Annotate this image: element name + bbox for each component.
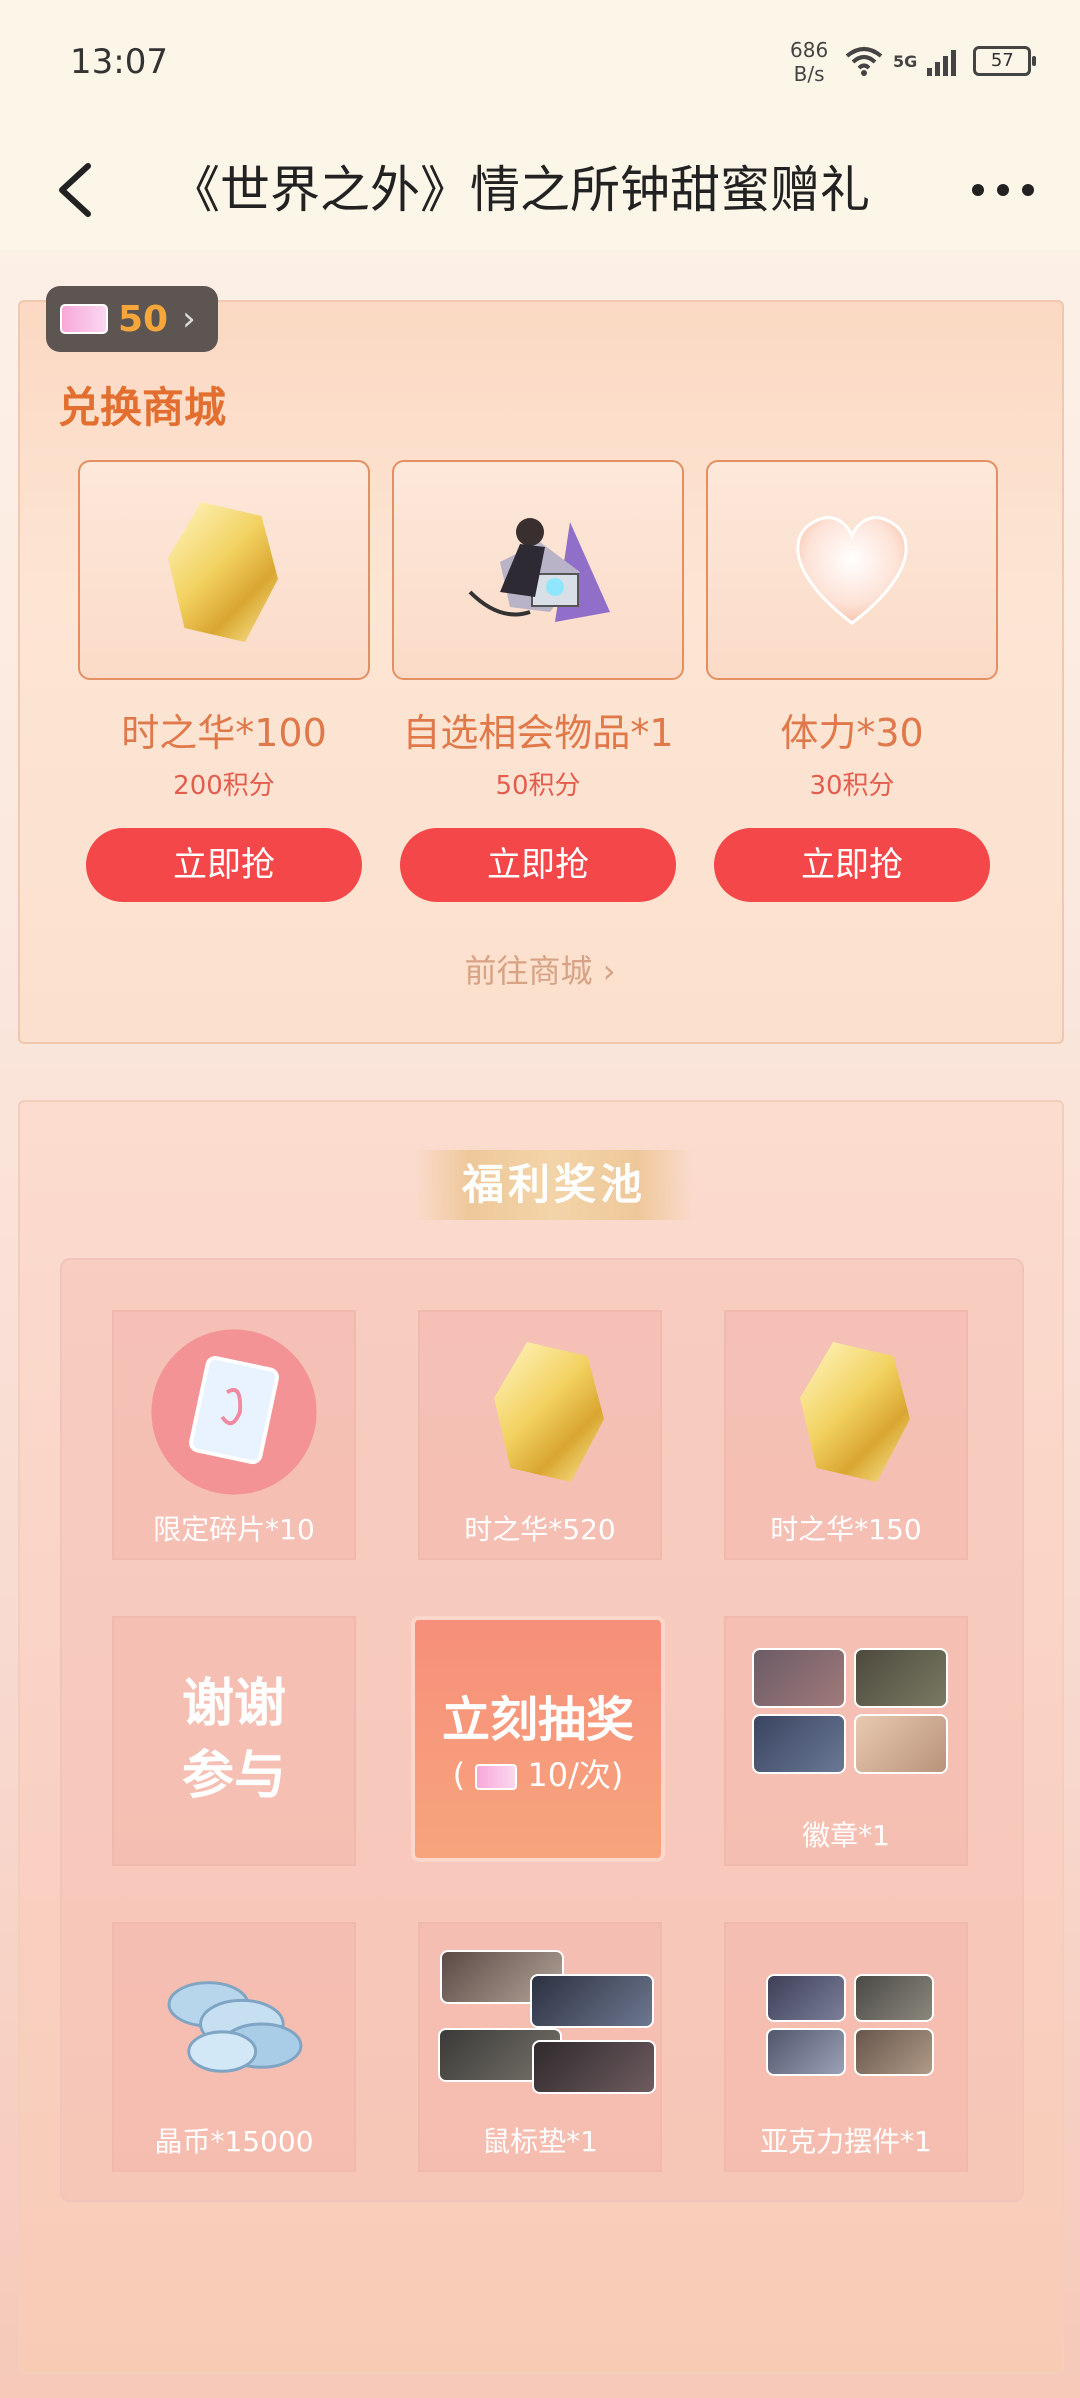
prize-cell: 限定碎片*10 [112, 1310, 356, 1560]
prize-label: 鼠标垫*1 [482, 2125, 598, 2158]
draw-cost: ( 10/次) [415, 1750, 661, 1796]
badge-photos-icon [726, 1628, 966, 1808]
draw-cost-prefix: ( [452, 1756, 466, 1794]
thanks-text: 谢谢 参与 [114, 1668, 354, 1812]
prize-cell-thanks: 谢谢 参与 [112, 1616, 356, 1866]
prize-cell: 亚克力摆件*1 [724, 1922, 968, 2172]
acrylic-photo [854, 2028, 934, 2076]
prize-cell: 时之华*520 [418, 1310, 662, 1560]
gold-crystal-icon [494, 1342, 604, 1482]
shop-item: 自选相会物品*1 50积分 立即抢 [392, 460, 684, 902]
prize-cell: 鼠标垫*1 [418, 1922, 662, 2172]
thanks-line-1: 谢谢 [181, 1673, 286, 1734]
draw-cost-value: 10/次) [527, 1756, 624, 1794]
badge-photo [752, 1648, 846, 1708]
net-speed-unit: B/s [793, 62, 825, 86]
shop-item-price: 200积分 [173, 771, 275, 801]
acrylic-photos-icon [726, 1934, 966, 2114]
prize-label: 亚克力摆件*1 [760, 2125, 932, 2158]
shop-item-price: 50积分 [495, 771, 581, 801]
chevron-right-icon: › [182, 299, 196, 339]
chevron-right-icon: › [602, 952, 616, 990]
exchange-title: 兑换商城 [58, 383, 227, 432]
prize-label: 徽章*1 [802, 1819, 890, 1852]
prize-cell: 晶币*15000 [112, 1922, 356, 2172]
gold-crystal-icon [168, 502, 278, 642]
shop-item: 体力*30 30积分 立即抢 [706, 460, 998, 902]
shop-item: 时之华*100 200积分 立即抢 [78, 460, 370, 902]
shop-item-price: 30积分 [809, 771, 895, 801]
net-speed-value: 686 [790, 38, 829, 62]
shop-item-image[interactable] [392, 460, 684, 680]
page-title: 《世界之外》情之所钟甜蜜赠礼 [170, 161, 870, 219]
gold-crystal-icon [800, 1342, 910, 1482]
network-type: 5G [893, 51, 918, 71]
net-speed: 686 B/s [790, 38, 828, 86]
ticket-icon [475, 1764, 518, 1790]
badge-photo [752, 1714, 846, 1774]
shop-item-name: 自选相会物品*1 [402, 711, 674, 755]
shop-item-name: 体力*30 [780, 711, 924, 755]
buy-button[interactable]: 立即抢 [86, 828, 362, 902]
battery-icon: 57 [973, 46, 1037, 76]
more-horizontal-icon[interactable] [968, 170, 1038, 210]
heart-icon [796, 516, 908, 625]
prize-label: 时之华*150 [770, 1513, 922, 1546]
prize-cell: 徽章*1 [724, 1616, 968, 1866]
points-value: 50 [118, 298, 169, 340]
mousepad-photos-icon [420, 1934, 660, 2114]
badge-photo [854, 1714, 948, 1774]
character-figure-icon [468, 518, 610, 622]
thanks-line-2: 参与 [181, 1745, 286, 1806]
status-time: 13:07 [70, 42, 168, 82]
prize-label: 限定碎片*10 [153, 1513, 315, 1546]
shop-item-image[interactable] [706, 460, 998, 680]
buy-button[interactable]: 立即抢 [714, 828, 990, 902]
points-badge[interactable]: 50 › [46, 286, 218, 352]
prize-label: 时之华*520 [464, 1513, 616, 1546]
wifi-icon [845, 47, 883, 76]
signal-icon [927, 50, 957, 76]
draw-button[interactable]: 立刻抽奖 ( 10/次) [411, 1616, 665, 1862]
top-nav: 《世界之外》情之所钟甜蜜赠礼 [0, 130, 1080, 250]
acrylic-photo [766, 1974, 846, 2022]
goto-shop-link[interactable]: 前往商城 › [0, 946, 1080, 992]
goto-shop-label: 前往商城 [464, 952, 593, 990]
mousepad-photo [532, 2040, 656, 2094]
prize-cell: 时之华*150 [724, 1310, 968, 1560]
mousepad-photo [530, 1974, 654, 2028]
shop-item-image[interactable] [78, 460, 370, 680]
prize-label: 晶币*15000 [154, 2125, 314, 2158]
prize-pool-title: 福利奖池 [414, 1150, 694, 1220]
ticket-icon [60, 304, 108, 334]
shop-item-name: 时之华*100 [121, 711, 327, 755]
buy-button[interactable]: 立即抢 [400, 828, 676, 902]
chevron-left-icon[interactable] [48, 160, 108, 220]
acrylic-photo [766, 2028, 846, 2076]
coins-icon [167, 1981, 303, 2073]
card-fragment-icon [151, 1329, 317, 1495]
draw-title: 立刻抽奖 [441, 1692, 634, 1748]
status-bar: 13:07 686 B/s 5G 57 [0, 0, 1080, 130]
acrylic-photo [854, 1974, 934, 2022]
status-icons: 5G 57 [845, 46, 1037, 76]
badge-photo [854, 1648, 948, 1708]
